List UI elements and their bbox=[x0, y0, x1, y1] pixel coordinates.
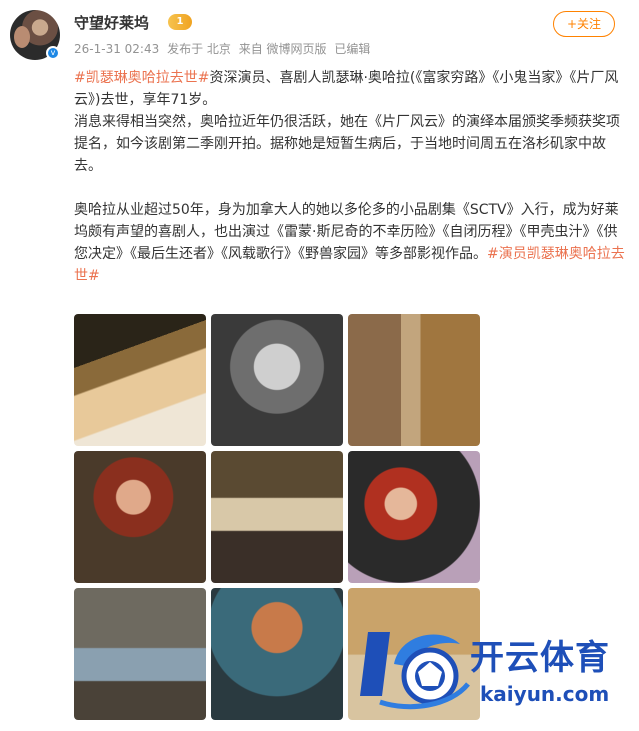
watermark-brand: 开云体育 bbox=[470, 638, 610, 678]
kaiyun-logo-icon bbox=[360, 632, 470, 710]
watermark: 开云体育 kaiyun.com bbox=[360, 604, 639, 724]
post-content: #凯瑟琳奥哈拉去世#资深演员、喜剧人凯瑟琳·奥哈拉(《富家穷路》《小鬼当家》《片… bbox=[74, 67, 630, 287]
photo-thumbnail[interactable] bbox=[348, 314, 480, 446]
photo-thumbnail[interactable] bbox=[74, 314, 206, 446]
photo-thumbnail[interactable] bbox=[74, 588, 206, 720]
vip-badge[interactable]: 1 bbox=[168, 14, 192, 30]
post-meta: 26-1-31 02:43 发布于 北京 来自 微博网页版 已编辑 bbox=[74, 40, 374, 57]
paragraph-1: #凯瑟琳奥哈拉去世#资深演员、喜剧人凯瑟琳·奥哈拉(《富家穷路》《小鬼当家》《片… bbox=[74, 67, 630, 111]
watermark-url: kaiyun.com bbox=[480, 682, 610, 706]
post-timestamp[interactable]: 26-1-31 02:43 bbox=[74, 42, 159, 56]
photo-thumbnail[interactable] bbox=[211, 451, 343, 583]
paragraph-2: 消息来得相当突然，奥哈拉近年仍很活跃，她在《片厂风云》的演绎本届颁奖季频获奖项提… bbox=[74, 114, 620, 174]
post-header: v 守望好莱坞 1 26-1-31 02:43 发布于 北京 来自 微博网页版 … bbox=[0, 0, 639, 64]
post-source: 来自 微博网页版 bbox=[238, 42, 327, 56]
hashtag-link[interactable]: #凯瑟琳奥哈拉去世# bbox=[74, 70, 209, 86]
post-edited[interactable]: 已编辑 bbox=[334, 42, 370, 56]
paragraph-3: 奥哈拉从业超过50年，身为加拿大人的她以多伦多的小品剧集《SCTV》入行，成为好… bbox=[74, 199, 630, 287]
author-name[interactable]: 守望好莱坞 bbox=[74, 12, 149, 33]
photo-thumbnail[interactable] bbox=[211, 588, 343, 720]
post-location: 发布于 北京 bbox=[167, 42, 231, 56]
photo-thumbnail[interactable] bbox=[74, 451, 206, 583]
follow-button[interactable]: +关注 bbox=[553, 11, 615, 37]
verified-icon: v bbox=[46, 46, 60, 60]
photo-thumbnail[interactable] bbox=[348, 451, 480, 583]
photo-thumbnail[interactable] bbox=[211, 314, 343, 446]
